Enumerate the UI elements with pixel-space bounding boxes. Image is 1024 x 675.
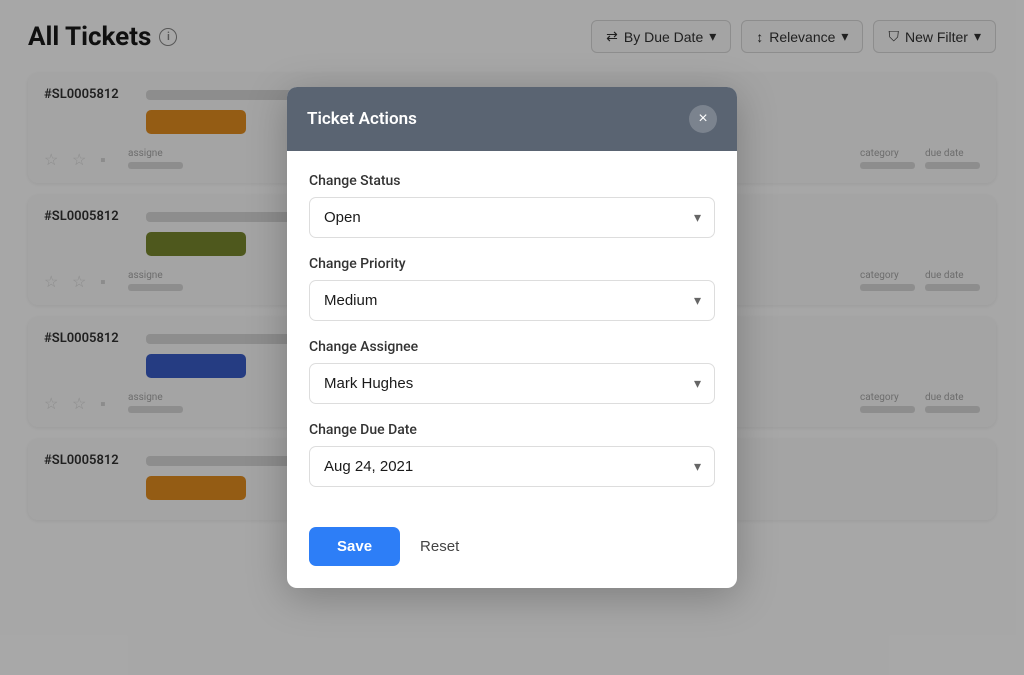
priority-select[interactable]: Low Medium High Critical [309,280,715,321]
close-icon: × [698,110,707,128]
modal-close-button[interactable]: × [689,105,717,133]
modal-body: Change Status Open In Progress Resolved … [287,151,737,523]
due-date-field-group: Change Due Date Aug 24, 2021 Sep 1, 2021… [309,422,715,487]
modal-overlay: Ticket Actions × Change Status Open In P… [0,0,1024,675]
priority-label: Change Priority [309,256,715,272]
priority-select-wrapper: Low Medium High Critical ▾ [309,280,715,321]
assignee-label: Change Assignee [309,339,715,355]
assignee-select-wrapper: Mark Hughes Jane Smith Bob Johnson ▾ [309,363,715,404]
status-field-group: Change Status Open In Progress Resolved … [309,173,715,238]
status-select-wrapper: Open In Progress Resolved Closed ▾ [309,197,715,238]
save-button[interactable]: Save [309,527,400,566]
status-select[interactable]: Open In Progress Resolved Closed [309,197,715,238]
modal-title: Ticket Actions [307,109,417,129]
due-date-select[interactable]: Aug 24, 2021 Sep 1, 2021 Oct 15, 2021 [309,446,715,487]
modal-header: Ticket Actions × [287,87,737,151]
assignee-select[interactable]: Mark Hughes Jane Smith Bob Johnson [309,363,715,404]
assignee-field-group: Change Assignee Mark Hughes Jane Smith B… [309,339,715,404]
modal-footer: Save Reset [287,523,737,588]
priority-field-group: Change Priority Low Medium High Critical… [309,256,715,321]
due-date-label: Change Due Date [309,422,715,438]
status-label: Change Status [309,173,715,189]
due-date-select-wrapper: Aug 24, 2021 Sep 1, 2021 Oct 15, 2021 ▾ [309,446,715,487]
reset-button[interactable]: Reset [412,527,467,566]
ticket-actions-modal: Ticket Actions × Change Status Open In P… [287,87,737,588]
